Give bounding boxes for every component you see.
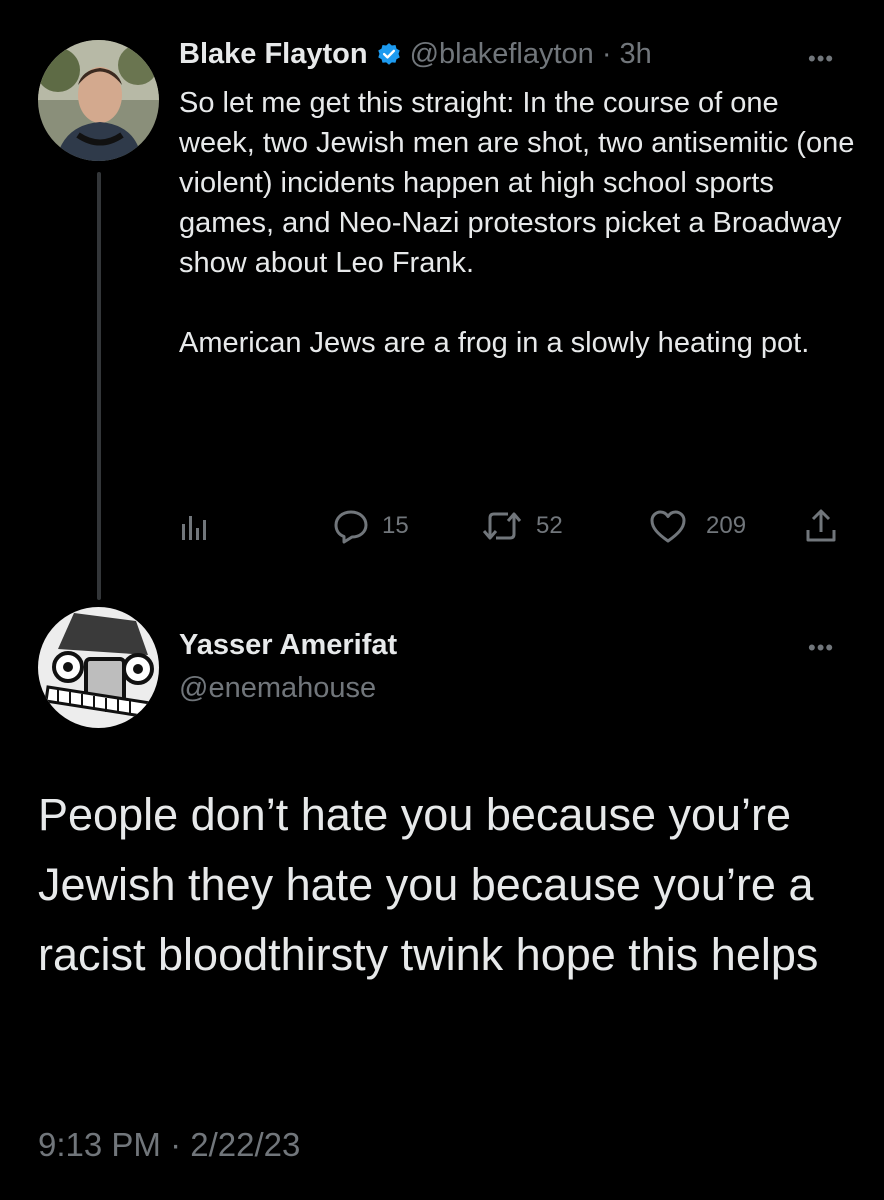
tweet-body: So let me get this straight: In the cour… xyxy=(179,83,859,363)
reply-icon xyxy=(334,510,368,544)
tweet-header: Blake Flayton @blakeflayton · 3h xyxy=(179,38,652,71)
reply-timestamp[interactable]: 9:13 PM · 2/22/23 xyxy=(38,1126,300,1164)
avatar-drawing-icon xyxy=(38,607,159,728)
analytics-button[interactable] xyxy=(178,510,210,547)
share-icon xyxy=(806,509,836,542)
reply-author-handle[interactable]: @enemahouse xyxy=(179,672,376,705)
thread-connector-line xyxy=(97,172,101,600)
reply-count: 15 xyxy=(382,512,409,539)
share-button[interactable] xyxy=(803,506,839,551)
reply-button[interactable]: 15 xyxy=(332,508,409,544)
retweet-count: 52 xyxy=(536,512,563,539)
retweet-icon xyxy=(482,512,522,540)
avatar-photo-icon xyxy=(38,40,159,161)
more-options-icon[interactable]: ••• xyxy=(808,46,834,72)
verified-badge-icon xyxy=(376,42,402,68)
author-name[interactable]: Blake Flayton xyxy=(179,38,368,71)
tweet-paragraph: So let me get this straight: In the cour… xyxy=(179,87,855,279)
analytics-icon xyxy=(182,516,206,540)
tweet-paragraph: American Jews are a frog in a slowly hea… xyxy=(179,327,810,359)
author-handle-time[interactable]: @blakeflayton · 3h xyxy=(410,38,652,71)
reply-tweet-text: People don’t hate you because you’re Jew… xyxy=(38,789,819,980)
like-count: 209 xyxy=(706,512,747,539)
reply-author-name[interactable]: Yasser Amerifat xyxy=(179,629,397,662)
like-button[interactable]: 209 xyxy=(648,508,746,544)
reply-more-options-icon[interactable]: ••• xyxy=(808,635,834,661)
avatar-yasser-amerifat[interactable] xyxy=(38,607,159,728)
like-icon xyxy=(650,510,686,543)
avatar-blake-flayton[interactable] xyxy=(38,40,159,161)
retweet-button[interactable]: 52 xyxy=(480,508,563,544)
